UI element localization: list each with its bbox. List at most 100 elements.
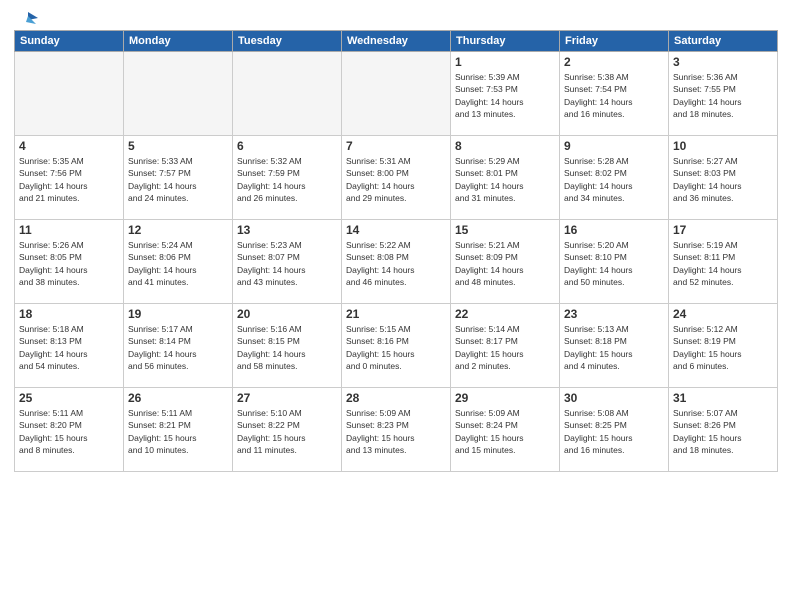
logo-bird-icon — [16, 10, 38, 28]
day-info: Sunrise: 5:11 AM Sunset: 8:21 PM Dayligh… — [128, 407, 228, 456]
calendar-cell: 30 Sunrise: 5:08 AM Sunset: 8:25 PM Dayli… — [560, 388, 669, 472]
day-info: Sunrise: 5:13 AM Sunset: 8:18 PM Dayligh… — [564, 323, 664, 372]
day-info: Sunrise: 5:24 AM Sunset: 8:06 PM Dayligh… — [128, 239, 228, 288]
calendar-cell: 21Sunrise: 5:15 AM Sunset: 8:16 PM Dayli… — [342, 304, 451, 388]
day-number: 16 — [564, 223, 664, 237]
logo — [14, 10, 38, 24]
page: SundayMondayTuesdayWednesdayThursdayFrid… — [0, 0, 792, 612]
day-info: Sunrise: 5:10 AM Sunset: 8:22 PM Dayligh… — [237, 407, 337, 456]
day-number: 3 — [673, 55, 773, 69]
day-info: Sunrise: 5:20 AM Sunset: 8:10 PM Dayligh… — [564, 239, 664, 288]
day-number: 24 — [673, 307, 773, 321]
day-number: 8 — [455, 139, 555, 153]
day-number: 13 — [237, 223, 337, 237]
day-number: 27 — [237, 391, 337, 405]
calendar-cell: 7 Sunrise: 5:31 AM Sunset: 8:00 PM Daylig… — [342, 136, 451, 220]
calendar-cell: 3Sunrise: 5:36 AM Sunset: 7:55 PM Daylig… — [669, 52, 778, 136]
calendar-cell: 6 Sunrise: 5:32 AM Sunset: 7:59 PM Daylig… — [233, 136, 342, 220]
day-number: 7 — [346, 139, 446, 153]
calendar-week-row: 25 Sunrise: 5:11 AM Sunset: 8:20 PM Dayli… — [15, 388, 778, 472]
day-info: Sunrise: 5:35 AM Sunset: 7:56 PM Dayligh… — [19, 155, 119, 204]
calendar-cell: 15 Sunrise: 5:21 AM Sunset: 8:09 PM Dayli… — [451, 220, 560, 304]
calendar-cell: 1Sunrise: 5:39 AM Sunset: 7:53 PM Daylig… — [451, 52, 560, 136]
weekday-header-tuesday: Tuesday — [233, 31, 342, 52]
weekday-header-saturday: Saturday — [669, 31, 778, 52]
calendar-cell: 8 Sunrise: 5:29 AM Sunset: 8:01 PM Daylig… — [451, 136, 560, 220]
weekday-header-monday: Monday — [124, 31, 233, 52]
weekday-header-friday: Friday — [560, 31, 669, 52]
calendar-cell: 23 Sunrise: 5:13 AM Sunset: 8:18 PM Dayli… — [560, 304, 669, 388]
day-info: Sunrise: 5:27 AM Sunset: 8:03 PM Dayligh… — [673, 155, 773, 204]
day-info: Sunrise: 5:07 AM Sunset: 8:26 PM Dayligh… — [673, 407, 773, 456]
day-number: 15 — [455, 223, 555, 237]
weekday-header-sunday: Sunday — [15, 31, 124, 52]
day-number: 12 — [128, 223, 228, 237]
day-info: Sunrise: 5:32 AM Sunset: 7:59 PM Dayligh… — [237, 155, 337, 204]
day-number: 4 — [19, 139, 119, 153]
day-number: 2 — [564, 55, 664, 69]
day-number: 19 — [128, 307, 228, 321]
calendar-week-row: 18 Sunrise: 5:18 AM Sunset: 8:13 PM Dayli… — [15, 304, 778, 388]
calendar-table: SundayMondayTuesdayWednesdayThursdayFrid… — [14, 30, 778, 472]
day-info: Sunrise: 5:33 AM Sunset: 7:57 PM Dayligh… — [128, 155, 228, 204]
calendar-cell — [15, 52, 124, 136]
calendar-cell: 5 Sunrise: 5:33 AM Sunset: 7:57 PM Daylig… — [124, 136, 233, 220]
calendar-cell: 20Sunrise: 5:16 AM Sunset: 8:15 PM Dayli… — [233, 304, 342, 388]
day-number: 26 — [128, 391, 228, 405]
day-number: 11 — [19, 223, 119, 237]
weekday-header-row: SundayMondayTuesdayWednesdayThursdayFrid… — [15, 31, 778, 52]
day-number: 25 — [19, 391, 119, 405]
calendar-cell — [342, 52, 451, 136]
day-info: Sunrise: 5:26 AM Sunset: 8:05 PM Dayligh… — [19, 239, 119, 288]
calendar-cell: 17 Sunrise: 5:19 AM Sunset: 8:11 PM Dayli… — [669, 220, 778, 304]
calendar-cell: 4 Sunrise: 5:35 AM Sunset: 7:56 PM Daylig… — [15, 136, 124, 220]
day-info: Sunrise: 5:18 AM Sunset: 8:13 PM Dayligh… — [19, 323, 119, 372]
day-number: 17 — [673, 223, 773, 237]
day-number: 9 — [564, 139, 664, 153]
calendar-cell: 28 Sunrise: 5:09 AM Sunset: 8:23 PM Dayli… — [342, 388, 451, 472]
day-number: 14 — [346, 223, 446, 237]
day-info: Sunrise: 5:22 AM Sunset: 8:08 PM Dayligh… — [346, 239, 446, 288]
calendar-week-row: 11 Sunrise: 5:26 AM Sunset: 8:05 PM Dayli… — [15, 220, 778, 304]
day-info: Sunrise: 5:12 AM Sunset: 8:19 PM Dayligh… — [673, 323, 773, 372]
day-number: 23 — [564, 307, 664, 321]
calendar-cell: 29 Sunrise: 5:09 AM Sunset: 8:24 PM Dayli… — [451, 388, 560, 472]
day-info: Sunrise: 5:31 AM Sunset: 8:00 PM Dayligh… — [346, 155, 446, 204]
calendar-cell: 19 Sunrise: 5:17 AM Sunset: 8:14 PM Dayli… — [124, 304, 233, 388]
header — [14, 10, 778, 24]
calendar-cell: 24 Sunrise: 5:12 AM Sunset: 8:19 PM Dayli… — [669, 304, 778, 388]
calendar-cell: 27 Sunrise: 5:10 AM Sunset: 8:22 PM Dayli… — [233, 388, 342, 472]
calendar-cell: 26 Sunrise: 5:11 AM Sunset: 8:21 PM Dayli… — [124, 388, 233, 472]
calendar-cell: 2 Sunrise: 5:38 AM Sunset: 7:54 PM Daylig… — [560, 52, 669, 136]
day-number: 6 — [237, 139, 337, 153]
day-info: Sunrise: 5:19 AM Sunset: 8:11 PM Dayligh… — [673, 239, 773, 288]
calendar-cell: 13 Sunrise: 5:23 AM Sunset: 8:07 PM Dayli… — [233, 220, 342, 304]
weekday-header-thursday: Thursday — [451, 31, 560, 52]
day-info: Sunrise: 5:39 AM Sunset: 7:53 PM Dayligh… — [455, 71, 555, 120]
day-number: 10 — [673, 139, 773, 153]
day-info: Sunrise: 5:21 AM Sunset: 8:09 PM Dayligh… — [455, 239, 555, 288]
day-info: Sunrise: 5:38 AM Sunset: 7:54 PM Dayligh… — [564, 71, 664, 120]
day-info: Sunrise: 5:09 AM Sunset: 8:24 PM Dayligh… — [455, 407, 555, 456]
calendar-cell: 22Sunrise: 5:14 AM Sunset: 8:17 PM Dayli… — [451, 304, 560, 388]
day-number: 28 — [346, 391, 446, 405]
day-info: Sunrise: 5:28 AM Sunset: 8:02 PM Dayligh… — [564, 155, 664, 204]
day-number: 22 — [455, 307, 555, 321]
calendar-cell: 25 Sunrise: 5:11 AM Sunset: 8:20 PM Dayli… — [15, 388, 124, 472]
day-info: Sunrise: 5:08 AM Sunset: 8:25 PM Dayligh… — [564, 407, 664, 456]
calendar-cell: 16 Sunrise: 5:20 AM Sunset: 8:10 PM Dayli… — [560, 220, 669, 304]
calendar-cell: 18 Sunrise: 5:18 AM Sunset: 8:13 PM Dayli… — [15, 304, 124, 388]
calendar-cell — [233, 52, 342, 136]
calendar-week-row: 1Sunrise: 5:39 AM Sunset: 7:53 PM Daylig… — [15, 52, 778, 136]
day-info: Sunrise: 5:29 AM Sunset: 8:01 PM Dayligh… — [455, 155, 555, 204]
day-number: 5 — [128, 139, 228, 153]
calendar-cell: 12 Sunrise: 5:24 AM Sunset: 8:06 PM Dayli… — [124, 220, 233, 304]
day-info: Sunrise: 5:11 AM Sunset: 8:20 PM Dayligh… — [19, 407, 119, 456]
day-number: 30 — [564, 391, 664, 405]
day-number: 29 — [455, 391, 555, 405]
day-number: 18 — [19, 307, 119, 321]
day-info: Sunrise: 5:09 AM Sunset: 8:23 PM Dayligh… — [346, 407, 446, 456]
day-info: Sunrise: 5:17 AM Sunset: 8:14 PM Dayligh… — [128, 323, 228, 372]
day-info: Sunrise: 5:23 AM Sunset: 8:07 PM Dayligh… — [237, 239, 337, 288]
day-number: 31 — [673, 391, 773, 405]
